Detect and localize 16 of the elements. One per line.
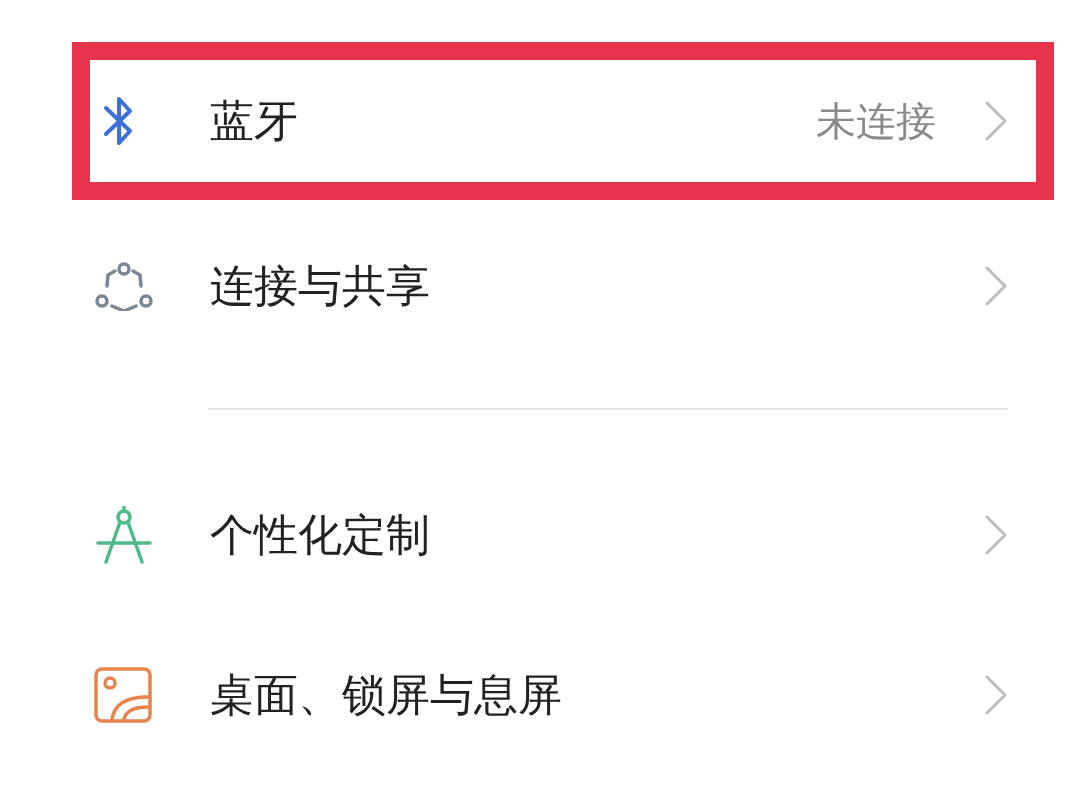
settings-row[interactable]: 桌面、锁屏与息屏 <box>72 616 1054 774</box>
chevron-right-icon <box>984 265 1008 307</box>
settings-row[interactable]: 蓝牙 未连接 <box>72 42 1054 200</box>
row-label: 连接与共享 <box>210 259 430 313</box>
chevron-right-icon <box>984 100 1008 142</box>
chevron-right-icon <box>984 674 1008 716</box>
status-text: 未连接 <box>816 97 936 146</box>
row-label: 桌面、锁屏与息屏 <box>210 668 562 722</box>
row-label: 个性化定制 <box>210 508 430 562</box>
settings-row[interactable]: 个性化定制 <box>72 456 1054 614</box>
wallpaper-icon <box>94 667 152 723</box>
compass-icon <box>94 506 154 564</box>
chevron-right-icon <box>984 514 1008 556</box>
connection-icon <box>94 261 154 311</box>
row-label: 蓝牙 <box>210 94 298 148</box>
settings-row[interactable]: 连接与共享 <box>72 207 1054 365</box>
